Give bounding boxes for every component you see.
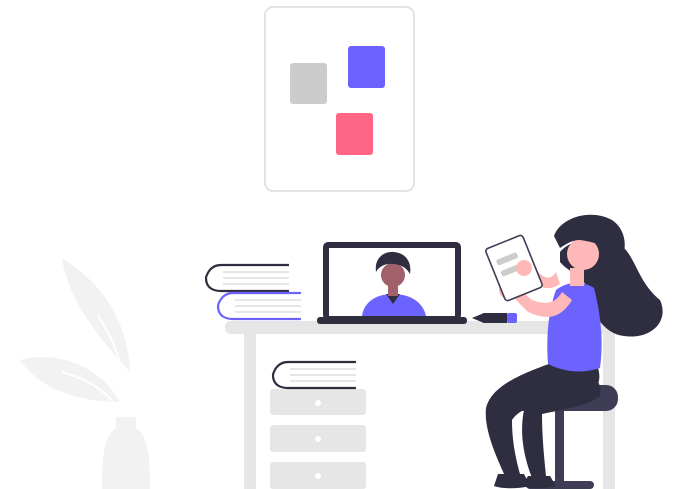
- desk-left-leg: [244, 333, 256, 489]
- stool-post: [555, 408, 564, 485]
- pen-cap: [507, 313, 517, 323]
- home-office-illustration: [20, 6, 663, 489]
- wall-board-icon: [264, 6, 415, 192]
- board-gray-square: [290, 63, 327, 104]
- pen-body: [483, 313, 507, 323]
- wall-board-frame: [264, 6, 415, 192]
- drawer-cabinet: [270, 389, 366, 489]
- board-purple-square: [348, 46, 385, 88]
- woman-neck: [570, 268, 584, 286]
- woman-torso: [547, 282, 602, 372]
- board-pink-square: [336, 113, 373, 155]
- plant-leaf-top: [62, 258, 130, 372]
- video-person-face: [381, 263, 405, 287]
- plant-vase: [102, 417, 150, 489]
- book-stack-icon: [204, 263, 301, 321]
- plant-leaf-left: [20, 357, 120, 402]
- woman-shoe-back: [522, 476, 556, 489]
- book-icon: [271, 360, 356, 390]
- drawer-middle-knob: [315, 436, 321, 442]
- drawer-bottom-knob: [315, 473, 321, 479]
- laptop-base: [317, 317, 467, 324]
- held-paper: [485, 234, 543, 302]
- paper-icon: [485, 234, 543, 302]
- drawer-top-knob: [315, 400, 321, 406]
- plant-icon: [20, 258, 150, 489]
- woman-hand-far: [516, 260, 532, 276]
- illustration-stage: [0, 0, 690, 489]
- laptop-icon: [317, 242, 467, 324]
